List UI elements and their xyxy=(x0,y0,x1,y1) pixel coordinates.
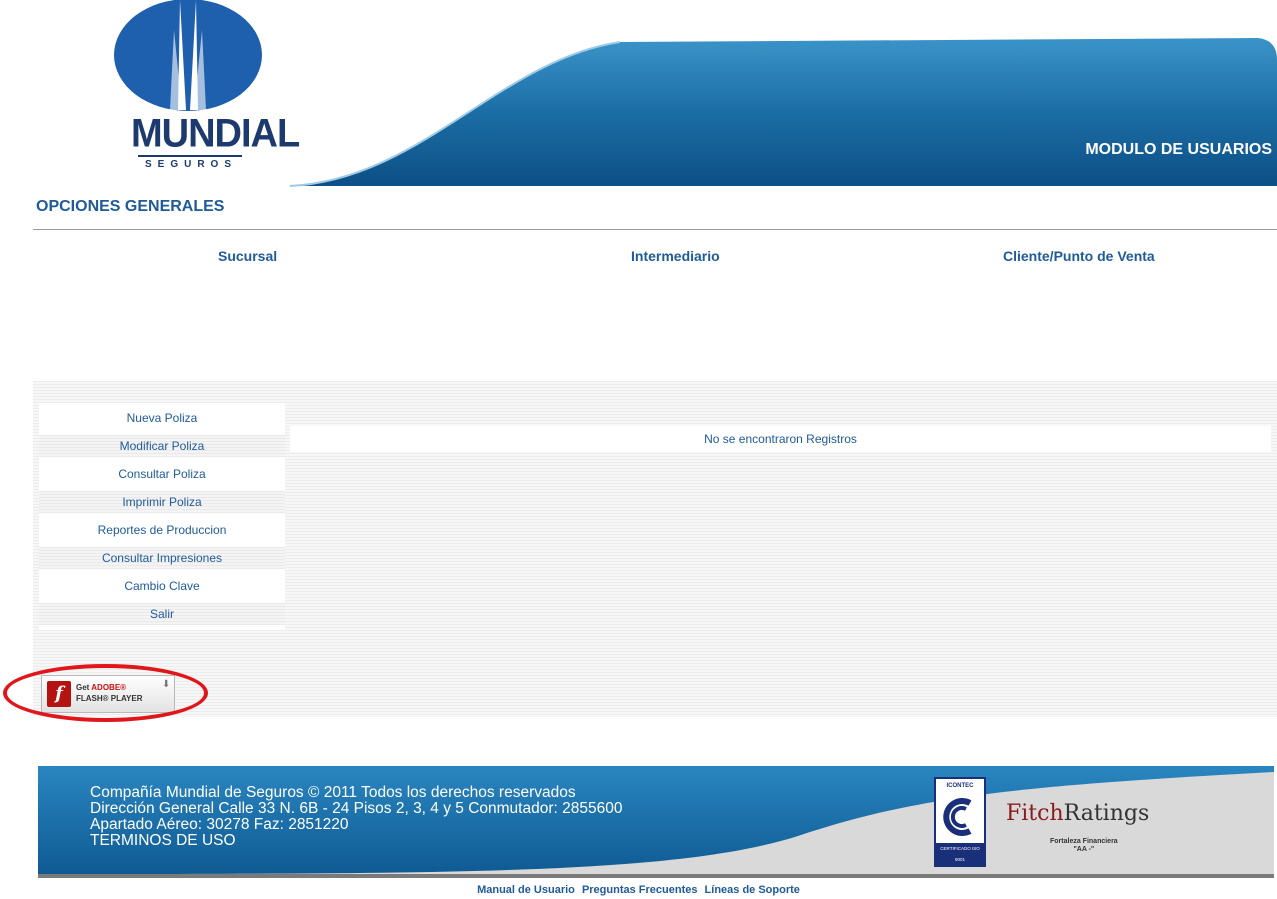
logo-divider xyxy=(138,155,242,157)
footer-line-1: Compañía Mundial de Seguros © 2011 Todos… xyxy=(90,784,576,801)
icontec-label: ICONTEC xyxy=(946,783,974,789)
menu-item-modificar-poliza[interactable]: Modificar Poliza xyxy=(39,435,285,457)
page-footer: Compañía Mundial de Seguros © 2011 Todos… xyxy=(38,766,1274,878)
footer-copyright-block: Compañía Mundial de Seguros © 2011 Todos… xyxy=(90,785,622,849)
no-records-message: No se encontraron Registros xyxy=(290,426,1271,452)
section-divider xyxy=(33,229,1277,230)
icontec-certified-label: CERTIFICADO ISO 9001 xyxy=(936,843,984,865)
link-manual-usuario[interactable]: Manual de Usuario xyxy=(477,884,575,896)
logo-wordmark: MUNDIAL xyxy=(131,111,300,157)
menu-item-consultar-impresiones[interactable]: Consultar Impresiones xyxy=(39,547,285,569)
link-lineas-soporte[interactable]: Líneas de Soporte xyxy=(705,884,800,896)
red-highlight-circle xyxy=(3,664,208,722)
fitch-rating-caption: Fortaleza Financiera "AA -" xyxy=(1050,838,1118,853)
module-title: MODULO DE USUARIOS xyxy=(1085,141,1272,158)
terms-of-use-link[interactable]: TERMINOS DE USO xyxy=(90,833,622,849)
footer-line-2: Dirección General Calle 33 N. 6B - 24 Pi… xyxy=(90,800,623,817)
nav-link-intermediario[interactable]: Intermediario xyxy=(631,248,720,264)
footer-line-3: Apartado Aéreo: 30278 Faz: 2851220 xyxy=(90,816,349,833)
section-title: OPCIONES GENERALES xyxy=(36,198,225,215)
icontec-logo-icon xyxy=(943,798,972,836)
page-header: MUNDIAL SEGUROS MODULO DE USUARIOS xyxy=(0,0,1277,190)
nav-link-cliente-punto-venta[interactable]: Cliente/Punto de Venta xyxy=(1003,248,1155,264)
logo-subtitle: SEGUROS xyxy=(144,159,237,170)
link-preguntas-frecuentes[interactable]: Preguntas Frecuentes xyxy=(582,884,698,896)
menu-item-nueva-poliza[interactable]: Nueva Poliza xyxy=(39,407,285,429)
icontec-certification-badge: ICONTEC CERTIFICADO ISO 9001 xyxy=(934,777,986,867)
menu-item-cambio-clave[interactable]: Cambio Clave xyxy=(39,575,285,597)
menu-item-consultar-poliza[interactable]: Consultar Poliza xyxy=(39,463,285,485)
menu-item-salir[interactable]: Salir xyxy=(39,603,285,625)
menu-item-reportes-produccion[interactable]: Reportes de Produccion xyxy=(39,519,285,541)
fitch-ratings-logo: FitchRatings xyxy=(1006,801,1150,826)
bottom-links-bar: Manual de Usuario Preguntas Frecuentes L… xyxy=(0,884,1277,896)
nav-link-sucursal[interactable]: Sucursal xyxy=(218,248,277,264)
menu-item-imprimir-poliza[interactable]: Imprimir Poliza xyxy=(39,491,285,513)
side-menu: Nueva Poliza Modificar Poliza Consultar … xyxy=(39,403,285,630)
